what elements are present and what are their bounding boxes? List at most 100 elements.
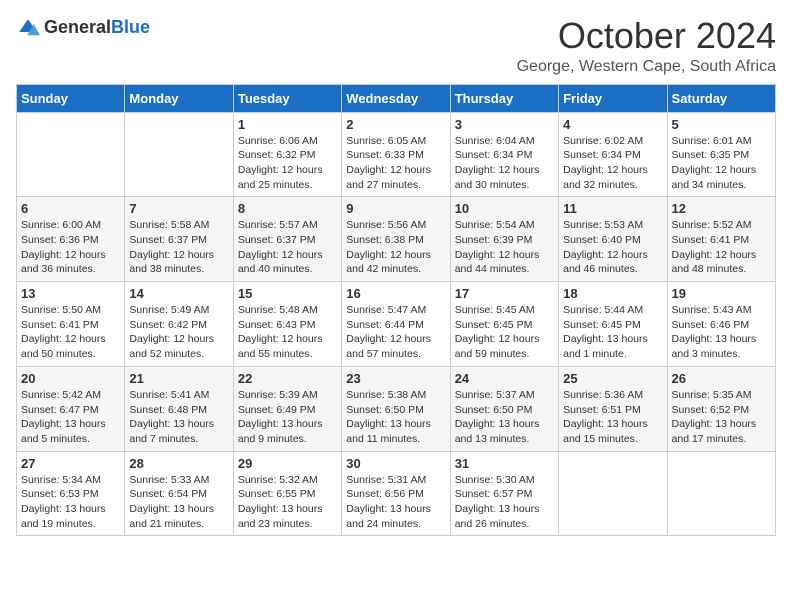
day-info: Sunrise: 5:58 AMSunset: 6:37 PMDaylight:…: [129, 218, 228, 277]
calendar-cell: 5 Sunrise: 6:01 AMSunset: 6:35 PMDaylight…: [667, 112, 775, 197]
day-number: 17: [455, 286, 554, 301]
day-number: 11: [563, 201, 662, 216]
day-number: 21: [129, 371, 228, 386]
calendar-cell: 6 Sunrise: 6:00 AMSunset: 6:36 PMDaylight…: [17, 197, 125, 282]
day-number: 23: [346, 371, 445, 386]
day-number: 3: [455, 117, 554, 132]
day-info: Sunrise: 5:56 AMSunset: 6:38 PMDaylight:…: [346, 218, 445, 277]
month-title: October 2024: [517, 16, 776, 56]
calendar-cell: 8Sunrise: 5:57 AMSunset: 6:37 PMDaylight…: [233, 197, 341, 282]
calendar-cell: 13 Sunrise: 5:50 AMSunset: 6:41 PMDayligh…: [17, 282, 125, 367]
day-info: Sunrise: 6:01 AMSunset: 6:35 PMDaylight:…: [672, 134, 771, 193]
calendar-cell: 20 Sunrise: 5:42 AMSunset: 6:47 PMDayligh…: [17, 366, 125, 451]
calendar-cell: 12 Sunrise: 5:52 AMSunset: 6:41 PMDayligh…: [667, 197, 775, 282]
day-info: Sunrise: 5:50 AMSunset: 6:41 PMDaylight:…: [21, 303, 120, 362]
day-number: 27: [21, 456, 120, 471]
calendar-week-row: 20 Sunrise: 5:42 AMSunset: 6:47 PMDayligh…: [17, 366, 776, 451]
calendar-week-row: 27 Sunrise: 5:34 AMSunset: 6:53 PMDayligh…: [17, 451, 776, 536]
day-number: 29: [238, 456, 337, 471]
calendar-cell: 24Sunrise: 5:37 AMSunset: 6:50 PMDayligh…: [450, 366, 558, 451]
calendar-cell: 30 Sunrise: 5:31 AMSunset: 6:56 PMDayligh…: [342, 451, 450, 536]
day-number: 15: [238, 286, 337, 301]
day-number: 2: [346, 117, 445, 132]
day-info: Sunrise: 5:42 AMSunset: 6:47 PMDaylight:…: [21, 388, 120, 447]
day-number: 8: [238, 201, 337, 216]
logo-icon: [16, 16, 40, 40]
calendar-cell: 17 Sunrise: 5:45 AMSunset: 6:45 PMDayligh…: [450, 282, 558, 367]
calendar-cell: 3 Sunrise: 6:04 AMSunset: 6:34 PMDaylight…: [450, 112, 558, 197]
day-number: 19: [672, 286, 771, 301]
logo: GeneralBlue: [16, 16, 150, 40]
calendar-cell: [667, 451, 775, 536]
day-number: 6: [21, 201, 120, 216]
day-info: Sunrise: 5:48 AMSunset: 6:43 PMDaylight:…: [238, 303, 337, 362]
calendar-cell: [125, 112, 233, 197]
calendar-cell: 16 Sunrise: 5:47 AMSunset: 6:44 PMDayligh…: [342, 282, 450, 367]
calendar-cell: 14 Sunrise: 5:49 AMSunset: 6:42 PMDayligh…: [125, 282, 233, 367]
day-info: Sunrise: 5:31 AMSunset: 6:56 PMDaylight:…: [346, 473, 445, 532]
day-info: Sunrise: 5:45 AMSunset: 6:45 PMDaylight:…: [455, 303, 554, 362]
logo-general: GeneralBlue: [44, 18, 150, 38]
day-info: Sunrise: 5:49 AMSunset: 6:42 PMDaylight:…: [129, 303, 228, 362]
day-info: Sunrise: 5:34 AMSunset: 6:53 PMDaylight:…: [21, 473, 120, 532]
day-number: 28: [129, 456, 228, 471]
day-info: Sunrise: 5:44 AMSunset: 6:45 PMDaylight:…: [563, 303, 662, 362]
calendar-cell: 23 Sunrise: 5:38 AMSunset: 6:50 PMDayligh…: [342, 366, 450, 451]
calendar-cell: 21Sunrise: 5:41 AMSunset: 6:48 PMDayligh…: [125, 366, 233, 451]
day-info: Sunrise: 5:52 AMSunset: 6:41 PMDaylight:…: [672, 218, 771, 277]
page-header: GeneralBlue October 2024 George, Western…: [16, 16, 776, 76]
calendar-week-row: 6 Sunrise: 6:00 AMSunset: 6:36 PMDaylight…: [17, 197, 776, 282]
calendar-cell: [17, 112, 125, 197]
day-info: Sunrise: 5:32 AMSunset: 6:55 PMDaylight:…: [238, 473, 337, 532]
calendar-cell: 10 Sunrise: 5:54 AMSunset: 6:39 PMDayligh…: [450, 197, 558, 282]
day-number: 10: [455, 201, 554, 216]
column-header-wednesday: Wednesday: [342, 84, 450, 112]
day-number: 16: [346, 286, 445, 301]
day-info: Sunrise: 5:39 AMSunset: 6:49 PMDaylight:…: [238, 388, 337, 447]
column-header-sunday: Sunday: [17, 84, 125, 112]
day-number: 14: [129, 286, 228, 301]
day-number: 5: [672, 117, 771, 132]
calendar-cell: 31 Sunrise: 5:30 AMSunset: 6:57 PMDayligh…: [450, 451, 558, 536]
calendar-cell: 28 Sunrise: 5:33 AMSunset: 6:54 PMDayligh…: [125, 451, 233, 536]
calendar-cell: 26Sunrise: 5:35 AMSunset: 6:52 PMDayligh…: [667, 366, 775, 451]
day-number: 4: [563, 117, 662, 132]
calendar-cell: 29 Sunrise: 5:32 AMSunset: 6:55 PMDayligh…: [233, 451, 341, 536]
calendar-cell: [559, 451, 667, 536]
day-info: Sunrise: 5:30 AMSunset: 6:57 PMDaylight:…: [455, 473, 554, 532]
day-number: 12: [672, 201, 771, 216]
calendar-cell: 7 Sunrise: 5:58 AMSunset: 6:37 PMDaylight…: [125, 197, 233, 282]
day-info: Sunrise: 5:53 AMSunset: 6:40 PMDaylight:…: [563, 218, 662, 277]
calendar-cell: 27 Sunrise: 5:34 AMSunset: 6:53 PMDayligh…: [17, 451, 125, 536]
calendar-cell: 1 Sunrise: 6:06 AMSunset: 6:32 PMDaylight…: [233, 112, 341, 197]
day-number: 13: [21, 286, 120, 301]
calendar-week-row: 13 Sunrise: 5:50 AMSunset: 6:41 PMDayligh…: [17, 282, 776, 367]
day-info: Sunrise: 6:06 AMSunset: 6:32 PMDaylight:…: [238, 134, 337, 193]
day-info: Sunrise: 6:02 AMSunset: 6:34 PMDaylight:…: [563, 134, 662, 193]
day-number: 30: [346, 456, 445, 471]
day-number: 31: [455, 456, 554, 471]
day-number: 1: [238, 117, 337, 132]
day-number: 7: [129, 201, 228, 216]
calendar-cell: 4 Sunrise: 6:02 AMSunset: 6:34 PMDaylight…: [559, 112, 667, 197]
day-number: 24: [455, 371, 554, 386]
day-info: Sunrise: 5:33 AMSunset: 6:54 PMDaylight:…: [129, 473, 228, 532]
day-info: Sunrise: 5:47 AMSunset: 6:44 PMDaylight:…: [346, 303, 445, 362]
column-header-tuesday: Tuesday: [233, 84, 341, 112]
day-number: 18: [563, 286, 662, 301]
calendar: SundayMondayTuesdayWednesdayThursdayFrid…: [16, 84, 776, 537]
day-info: Sunrise: 6:04 AMSunset: 6:34 PMDaylight:…: [455, 134, 554, 193]
day-info: Sunrise: 6:00 AMSunset: 6:36 PMDaylight:…: [21, 218, 120, 277]
column-header-thursday: Thursday: [450, 84, 558, 112]
calendar-cell: 22Sunrise: 5:39 AMSunset: 6:49 PMDayligh…: [233, 366, 341, 451]
day-info: Sunrise: 5:54 AMSunset: 6:39 PMDaylight:…: [455, 218, 554, 277]
day-number: 20: [21, 371, 120, 386]
column-header-saturday: Saturday: [667, 84, 775, 112]
calendar-cell: 19Sunrise: 5:43 AMSunset: 6:46 PMDayligh…: [667, 282, 775, 367]
calendar-cell: 9Sunrise: 5:56 AMSunset: 6:38 PMDaylight…: [342, 197, 450, 282]
day-info: Sunrise: 5:36 AMSunset: 6:51 PMDaylight:…: [563, 388, 662, 447]
calendar-cell: 18 Sunrise: 5:44 AMSunset: 6:45 PMDayligh…: [559, 282, 667, 367]
calendar-cell: 11 Sunrise: 5:53 AMSunset: 6:40 PMDayligh…: [559, 197, 667, 282]
location-title: George, Western Cape, South Africa: [517, 58, 776, 76]
day-info: Sunrise: 5:38 AMSunset: 6:50 PMDaylight:…: [346, 388, 445, 447]
